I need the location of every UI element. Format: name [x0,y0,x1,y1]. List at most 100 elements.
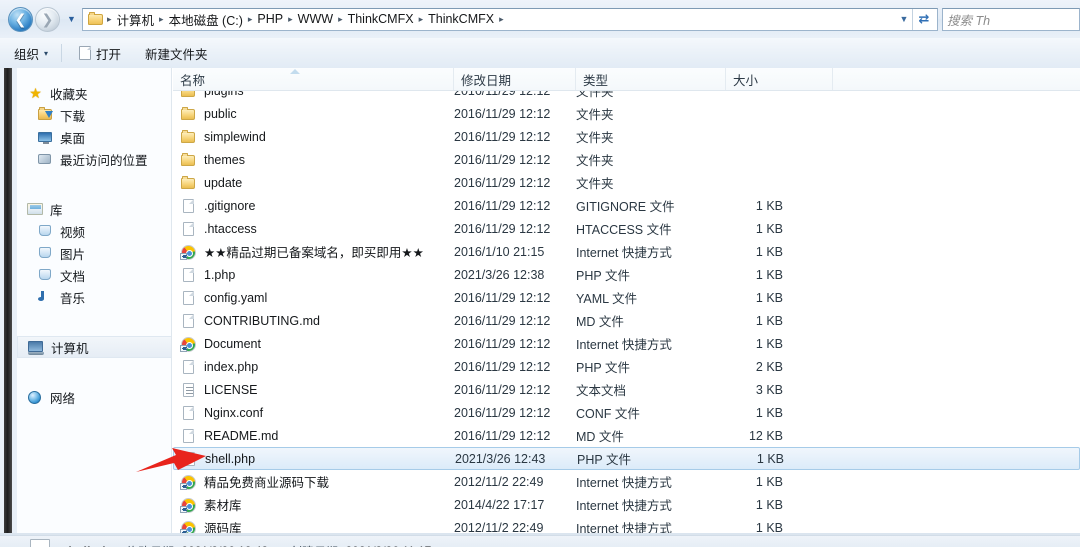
file-date-cell: 2016/11/29 12:12 [454,91,574,98]
table-row[interactable]: public2016/11/29 12:12文件夹 [173,102,1080,125]
table-row[interactable]: Document2016/11/29 12:12Internet 快捷方式1 K… [173,332,1080,355]
breadcrumb-item-5[interactable]: ThinkCMFX [424,10,498,28]
sidebar-item-pictures[interactable]: 图片 [17,242,171,264]
column-header-name-label: 名称 [180,70,205,89]
new-folder-label: 新建文件夹 [145,44,208,63]
documents-icon [37,267,54,283]
file-type-cell: PHP 文件 [577,449,727,468]
details-file-name: shell.php [61,544,118,547]
table-row[interactable]: README.md2016/11/29 12:12MD 文件12 KB [173,424,1080,447]
sidebar-item-recent-places[interactable]: 最近访问的位置 [17,148,171,170]
file-size-cell: 12 KB [726,429,783,443]
breadcrumb-bar[interactable]: ▸ 计算机 ▸ 本地磁盘 (C:) ▸ PHP ▸ WWW ▸ ThinkCMF… [82,8,938,31]
sidebar-item-computer[interactable]: 计算机 [17,336,171,358]
file-name-cell: public [173,106,453,122]
folder-icon [88,12,104,26]
video-icon [37,223,54,239]
organize-button[interactable]: 组织 ▾ [4,41,58,65]
forward-button[interactable]: ❯ [35,7,60,32]
file-name-label: LICENSE [204,383,258,397]
table-row[interactable]: Nginx.conf2016/11/29 12:12CONF 文件1 KB [173,401,1080,424]
column-header-filler [833,68,1080,90]
search-input[interactable]: 搜索 Th [947,10,990,29]
table-row-selected[interactable]: shell.php2021/3/26 12:43PHP 文件1 KB [173,447,1080,470]
table-row[interactable]: update2016/11/29 12:12文件夹 [173,171,1080,194]
file-date-cell: 2012/11/2 22:49 [454,475,574,489]
music-icon [37,289,54,305]
sidebar-item-documents[interactable]: 文档 [17,264,171,286]
column-header-date[interactable]: 修改日期 [454,68,576,90]
file-type-cell: PHP 文件 [576,265,726,284]
back-arrow-icon: ❮ [15,12,27,26]
file-name-cell: simplewind [173,129,453,145]
sidebar-item-pictures-label: 图片 [60,244,85,263]
file-date-cell: 2016/11/29 12:12 [454,222,574,236]
breadcrumb-item-2[interactable]: PHP [253,10,287,28]
file-type-cell: CONF 文件 [576,403,726,422]
file-rows-viewport[interactable]: plugins2016/11/29 12:12文件夹public2016/11/… [173,91,1080,535]
file-icon [181,451,199,467]
sidebar-group-libraries-label: 库 [50,200,63,219]
breadcrumb-item-3[interactable]: WWW [294,10,337,28]
breadcrumb-item-1[interactable]: 本地磁盘 (C:) [165,8,247,31]
refresh-button[interactable]: ⇄ [912,9,935,30]
column-header-type[interactable]: 类型 [576,68,726,90]
sidebar-item-recent-places-label: 最近访问的位置 [60,150,148,169]
column-header-date-label: 修改日期 [461,70,511,89]
window-left-shadow [4,68,12,535]
new-folder-button[interactable]: 新建文件夹 [135,41,218,65]
folder-icon [180,129,198,145]
sidebar-group-favorites[interactable]: ★ 收藏夹 [17,82,171,104]
breadcrumb-item-0[interactable]: 计算机 [113,8,159,31]
file-date-cell: 2016/11/29 12:12 [454,360,574,374]
chrome-shortcut-icon [180,336,198,352]
column-header-size[interactable]: 大小 [726,68,833,90]
file-list-pane: 名称 修改日期 类型 大小 plugins2016/11/29 12:12文件夹… [173,68,1080,535]
recent-pages-button[interactable]: ▼ [65,9,78,29]
table-row[interactable]: simplewind2016/11/29 12:12文件夹 [173,125,1080,148]
table-row[interactable]: 1.php2021/3/26 12:38PHP 文件1 KB [173,263,1080,286]
file-date-cell: 2016/11/29 12:12 [454,199,574,213]
file-size-cell: 1 KB [726,199,783,213]
nav-spacer [17,170,171,184]
open-button[interactable]: 打开 [69,41,131,65]
address-dropdown-button[interactable]: ▼ [896,9,912,30]
table-row[interactable]: .htaccess2016/11/29 12:12HTACCESS 文件1 KB [173,217,1080,240]
nav-spacer [17,308,171,322]
column-header-row: 名称 修改日期 类型 大小 [173,68,1080,91]
column-header-name[interactable]: 名称 [173,68,454,90]
table-row[interactable]: config.yaml2016/11/29 12:12YAML 文件1 KB [173,286,1080,309]
open-label: 打开 [96,44,121,63]
column-header-size-label: 大小 [733,70,758,89]
nav-spacer [17,322,171,336]
table-row[interactable]: LICENSE2016/11/29 12:12文本文档3 KB [173,378,1080,401]
recent-places-icon [37,151,54,167]
breadcrumb-item-4[interactable]: ThinkCMFX [344,10,418,28]
sidebar-item-videos[interactable]: 视频 [17,220,171,242]
search-box[interactable]: 搜索 Th [942,8,1080,31]
sidebar-item-music[interactable]: 音乐 [17,286,171,308]
table-row[interactable]: CONTRIBUTING.md2016/11/29 12:12MD 文件1 KB [173,309,1080,332]
table-row[interactable]: .gitignore2016/11/29 12:12GITIGNORE 文件1 … [173,194,1080,217]
file-icon [180,221,198,237]
sidebar-item-desktop[interactable]: 桌面 [17,126,171,148]
table-row[interactable]: ★★精品过期已备案域名，即买即用★★2016/1/10 21:15Interne… [173,240,1080,263]
sidebar-group-libraries[interactable]: 库 [17,198,171,220]
sidebar-item-network[interactable]: 网络 [17,386,171,408]
file-type-cell: 文本文档 [576,380,726,399]
file-icon [180,290,198,306]
table-row[interactable]: 精品免费商业源码下载2012/11/2 22:49Internet 快捷方式1 … [173,470,1080,493]
table-row[interactable]: index.php2016/11/29 12:12PHP 文件2 KB [173,355,1080,378]
file-size-cell: 1 KB [726,475,783,489]
table-row[interactable]: 素材库2014/4/22 17:17Internet 快捷方式1 KB [173,493,1080,516]
file-size-cell: 1 KB [726,291,783,305]
table-row[interactable]: themes2016/11/29 12:12文件夹 [173,148,1080,171]
table-row[interactable]: plugins2016/11/29 12:12文件夹 [173,91,1080,102]
back-button[interactable]: ❮ [8,7,33,32]
sidebar-item-downloads[interactable]: 下载 [17,104,171,126]
file-size-cell: 1 KB [726,222,783,236]
file-icon [180,359,198,375]
downloads-icon [37,107,54,123]
desktop-icon [37,129,54,145]
sidebar-item-network-label: 网络 [50,388,75,407]
